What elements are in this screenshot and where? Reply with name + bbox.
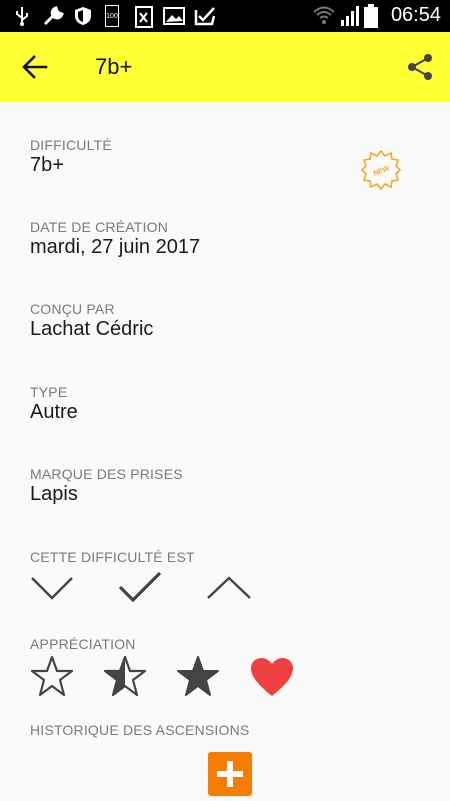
designer-value: Lachat Cédric [30, 318, 154, 340]
difficulty-value: 7b+ [30, 154, 64, 176]
appreciation-label: APPRÉCIATION [30, 636, 136, 652]
add-ascent-button[interactable] [208, 752, 252, 796]
app-bar: 7b+ [0, 32, 450, 102]
holds-brand-value: Lapis [30, 483, 78, 505]
designer-label: CONÇU PAR [30, 301, 115, 317]
star-outline-icon[interactable] [30, 655, 74, 697]
created-label: DATE DE CRÉATION [30, 219, 169, 235]
new-badge-icon: NEW [361, 150, 401, 190]
heart-icon[interactable] [249, 656, 295, 698]
holds-brand-label: MARQUE DES PRISES [30, 466, 183, 482]
back-arrow-icon[interactable] [22, 54, 48, 80]
sim-card-label: 100 [106, 13, 118, 20]
check-icon[interactable] [117, 570, 163, 604]
share-icon[interactable] [406, 53, 434, 81]
page-title: 7b+ [95, 54, 133, 79]
plus-icon [217, 761, 243, 787]
status-time: 06:54 [390, 4, 441, 26]
difficulty-feedback-label: CETTE DIFFICULTÉ EST [30, 549, 195, 565]
chevron-up-icon[interactable] [206, 575, 252, 601]
type-value: Autre [30, 401, 78, 423]
battery-icon [364, 4, 378, 28]
image-icon [163, 7, 185, 25]
task-check-icon [194, 7, 216, 26]
difficulty-label: DIFFICULTÉ [30, 137, 112, 153]
star-half-icon[interactable] [103, 655, 147, 697]
history-label: HISTORIQUE DES ASCENSIONS [30, 722, 250, 738]
usb-icon [16, 7, 28, 26]
chevron-down-icon[interactable] [30, 575, 74, 601]
sim-card-icon: 100 [105, 5, 119, 27]
wrench-icon [43, 6, 64, 26]
signal-icon [341, 6, 359, 26]
type-label: TYPE [30, 384, 68, 400]
excel-file-icon [135, 6, 153, 28]
shield-icon [75, 7, 91, 25]
star-filled-icon[interactable] [176, 655, 220, 697]
created-value: mardi, 27 juin 2017 [30, 236, 201, 258]
wifi-icon [313, 6, 335, 24]
new-badge-text: NEW [373, 165, 391, 177]
status-bar: 100 06:54 [0, 0, 450, 32]
